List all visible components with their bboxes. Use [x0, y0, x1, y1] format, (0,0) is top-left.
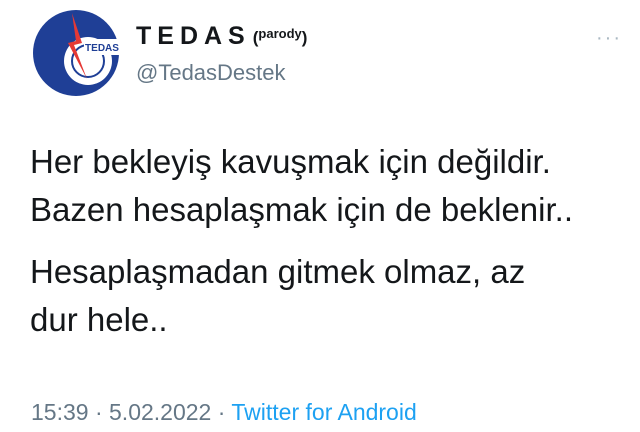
tweet-line: Hesaplaşmadan gitmek olmaz, az — [30, 253, 526, 290]
tweet-meta: 15:39 · 5.02.2022 · Twitter for Android — [31, 398, 417, 426]
tweet-date[interactable]: 5.02.2022 — [109, 399, 211, 425]
tweet-source[interactable]: Twitter for Android — [231, 399, 416, 425]
tedas-logo-icon: TEDAS — [33, 10, 120, 96]
tweet-line: Her bekleyiş kavuşmak için değildir. — [30, 143, 551, 180]
tweet-card: TEDAS TEDAS (parody) @TedasDestek ··· He… — [0, 0, 640, 432]
avatar[interactable]: TEDAS — [32, 9, 120, 97]
tweet-line: dur hele.. — [30, 301, 168, 338]
display-name[interactable]: TEDAS — [136, 22, 251, 50]
more-options-icon[interactable]: ··· — [596, 28, 622, 48]
parody-tag: parody — [258, 26, 302, 41]
avatar-text: TEDAS — [85, 43, 119, 54]
name-row: TEDAS (parody) — [136, 22, 307, 50]
parody-label: (parody) — [253, 24, 308, 48]
tweet-time[interactable]: 15:39 — [31, 399, 89, 425]
tweet-line: Bazen hesaplaşmak için de beklenir.. — [30, 191, 573, 228]
meta-separator: · — [217, 399, 226, 425]
meta-separator: · — [94, 399, 103, 425]
user-handle[interactable]: @TedasDestek — [136, 60, 286, 86]
tweet-text: Her bekleyiş kavuşmak için değildir. Baz… — [30, 138, 630, 344]
parody-close: ) — [301, 28, 308, 47]
